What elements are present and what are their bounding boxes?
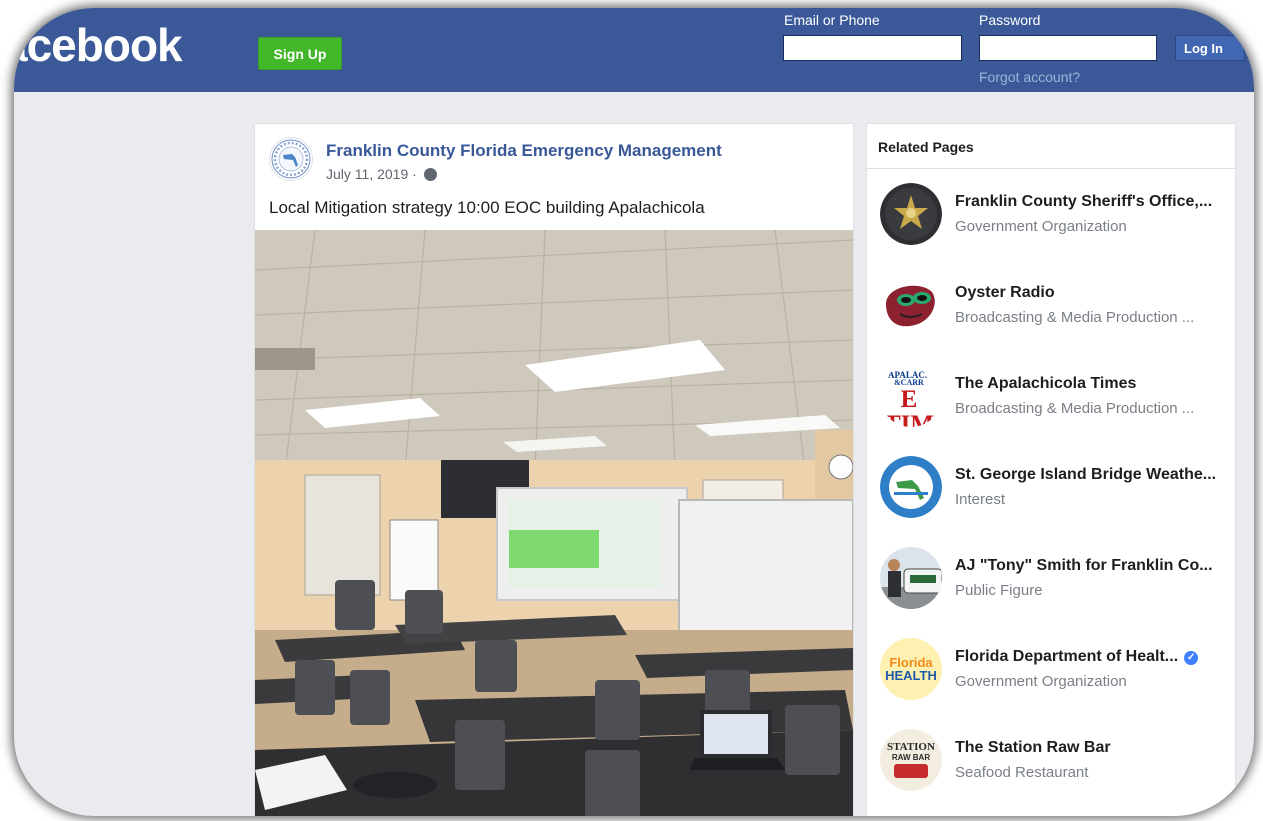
related-page-category: Government Organization: [955, 673, 1127, 690]
logo-text: E TIM: [884, 386, 934, 427]
related-page-name[interactable]: St. George Island Bridge Weathe...: [955, 466, 1225, 484]
truck-icon: [894, 764, 928, 778]
related-page-thumbnail[interactable]: [880, 274, 942, 336]
related-page-thumbnail[interactable]: Florida HEALTH: [880, 638, 942, 700]
related-page-category: Public Figure: [955, 582, 1043, 599]
post-date-line: July 11, 2019 ·: [326, 166, 437, 182]
related-page-item[interactable]: St. George Island Bridge Weathe... Inter…: [867, 456, 1235, 536]
email-label: Email or Phone: [784, 12, 880, 28]
post-card: Franklin County Florida Emergency Manage…: [254, 123, 854, 816]
related-page-item[interactable]: Florida HEALTH Florida Department of Hea…: [867, 638, 1235, 718]
related-page-name[interactable]: Oyster Radio: [955, 284, 1225, 302]
facebook-logo[interactable]: acebook: [14, 18, 183, 72]
apalachicola-times-logo: APALAC. &CARR E TIM: [880, 365, 942, 428]
logo-text: STATION: [887, 741, 935, 753]
related-page-category: Seafood Restaurant: [955, 764, 1089, 781]
emergency-management-seal-icon: [271, 139, 311, 179]
logo-text: HEALTH: [885, 668, 937, 683]
globe-icon: [423, 168, 437, 181]
profile-photo: [880, 547, 942, 609]
related-page-item[interactable]: Oyster Radio Broadcasting & Media Produc…: [867, 274, 1235, 354]
related-page-thumbnail[interactable]: [880, 547, 942, 609]
related-page-item[interactable]: STATION RAW BAR The Station Raw Bar Seaf…: [867, 729, 1235, 809]
related-pages-panel: Related Pages Franklin County Sheriff's …: [866, 123, 1236, 816]
log-in-button[interactable]: Log In: [1175, 35, 1245, 61]
station-raw-bar-logo: STATION RAW BAR: [880, 729, 942, 791]
related-page-name[interactable]: Franklin County Sheriff's Office,...: [955, 193, 1225, 211]
logo-text: RAW BAR: [891, 753, 931, 762]
verified-badge-icon: ✓: [1184, 651, 1199, 665]
email-input[interactable]: [783, 35, 962, 61]
post-text: Local Mitigation strategy 10:00 EOC buil…: [269, 198, 705, 217]
related-page-category: Broadcasting & Media Production ...: [955, 309, 1195, 326]
related-page-thumbnail[interactable]: [880, 456, 942, 518]
oyster-mascot-icon: [880, 274, 942, 336]
password-label: Password: [979, 12, 1041, 28]
post-photo[interactable]: [255, 230, 853, 816]
post-page-name[interactable]: Franklin County Florida Emergency Manage…: [326, 141, 722, 161]
screenshot-frame: acebook Sign Up Email or Phone Password …: [14, 8, 1254, 816]
top-navigation-bar: acebook Sign Up Email or Phone Password …: [14, 8, 1254, 92]
related-page-name[interactable]: AJ "Tony" Smith for Franklin Co...: [955, 557, 1225, 575]
divider: [867, 168, 1235, 169]
sign-up-button[interactable]: Sign Up: [258, 37, 342, 70]
forgot-account-link[interactable]: Forgot account?: [979, 69, 1080, 85]
related-page-name[interactable]: The Apalachicola Times: [955, 375, 1225, 393]
password-input[interactable]: [979, 35, 1157, 61]
related-page-item[interactable]: APALAC. &CARR E TIM The Apalachicola Tim…: [867, 365, 1235, 445]
related-page-category: Government Organization: [955, 218, 1127, 235]
related-pages-title: Related Pages: [878, 139, 974, 155]
related-page-thumbnail[interactable]: STATION RAW BAR: [880, 729, 942, 791]
florida-health-logo: Florida HEALTH: [880, 638, 942, 700]
related-page-item[interactable]: Franklin County Sheriff's Office,... Gov…: [867, 183, 1235, 263]
related-page-category: Interest: [955, 491, 1006, 508]
related-page-thumbnail[interactable]: APALAC. &CARR E TIM: [880, 365, 942, 427]
related-page-thumbnail[interactable]: [880, 183, 942, 245]
related-page-category: Broadcasting & Media Production ...: [955, 400, 1195, 417]
related-page-name-row[interactable]: Florida Department of Healt... ✓: [955, 648, 1225, 666]
related-page-name[interactable]: Florida Department of Healt...: [955, 648, 1178, 665]
related-page-item[interactable]: AJ "Tony" Smith for Franklin Co... Publi…: [867, 547, 1235, 627]
page-avatar[interactable]: [269, 137, 313, 181]
related-page-name[interactable]: The Station Raw Bar: [955, 739, 1225, 757]
county-seal-icon: [880, 456, 942, 518]
post-date[interactable]: July 11, 2019 ·: [326, 166, 417, 182]
sheriff-badge-icon: [880, 183, 942, 245]
